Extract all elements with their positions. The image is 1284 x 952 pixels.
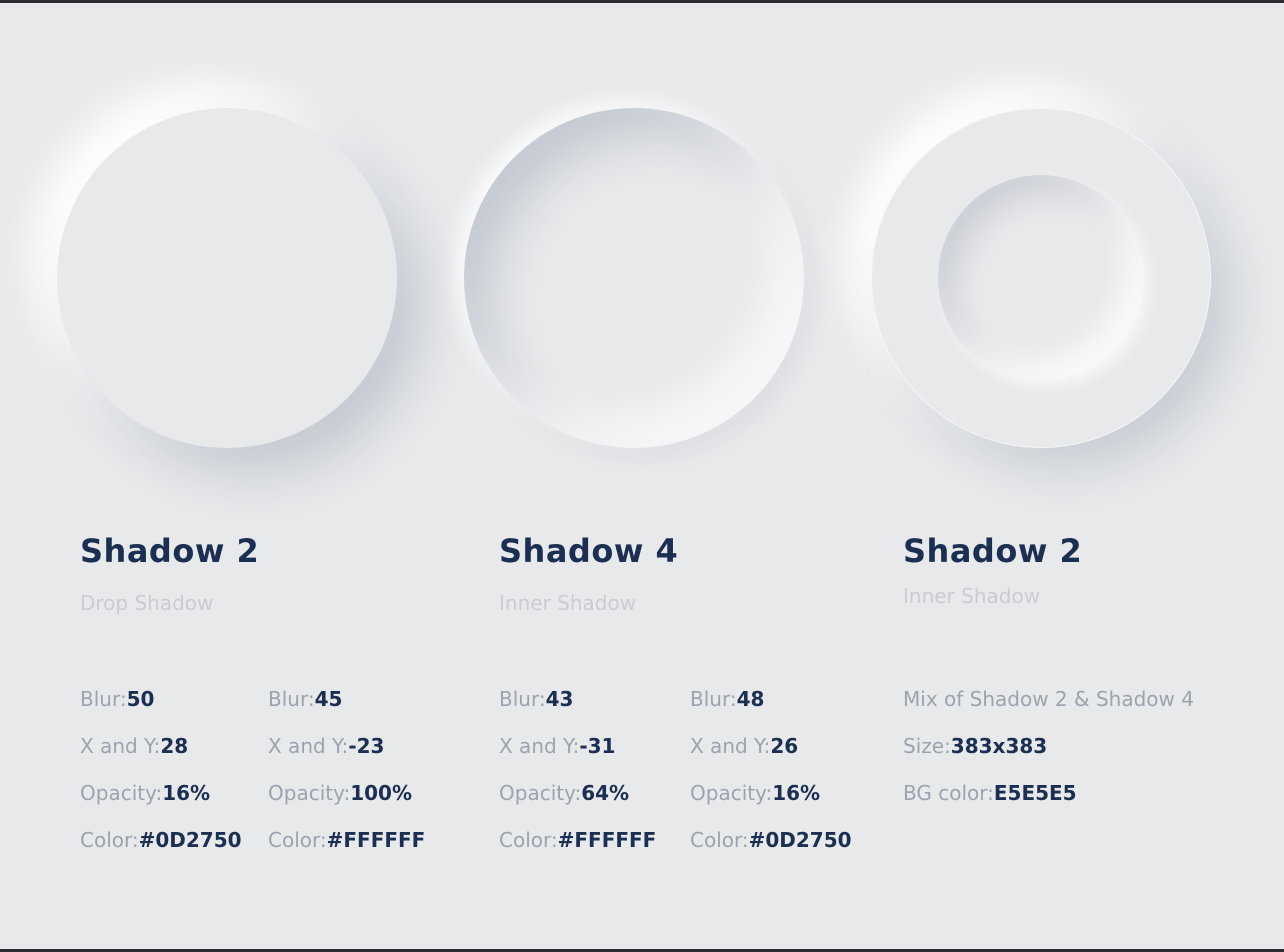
spec-value: 16%: [772, 781, 821, 805]
spec-value: #FFFFFF: [326, 828, 426, 852]
card-subtitle: Inner Shadow: [499, 591, 637, 615]
spec-value: 45: [314, 687, 343, 711]
top-border: [0, 0, 1284, 3]
card-subtitle: Inner Shadow: [903, 584, 1041, 608]
spec-value: 48: [736, 687, 765, 711]
spec-label: Color:: [80, 828, 139, 852]
spec-label: Size:: [903, 734, 951, 758]
spec-value: 64%: [581, 781, 630, 805]
spec-row: Opacity:100%: [268, 770, 425, 817]
spec-row: X and Y:-31: [499, 723, 656, 770]
spec-value: 383x383: [950, 734, 1048, 758]
card-subtitle: Drop Shadow: [80, 591, 214, 615]
spec-label: Blur:: [268, 687, 315, 711]
spec-value: 100%: [350, 781, 413, 805]
spec-row: Opacity:64%: [499, 770, 656, 817]
spec-row: Color:#0D2750: [690, 817, 852, 864]
spec-row: Opacity:16%: [80, 770, 242, 817]
drop-shadow-circle: [57, 108, 397, 448]
spec-row: Blur:48: [690, 676, 852, 723]
spec-row: Color:#FFFFFF: [268, 817, 425, 864]
spec-label: X and Y:: [690, 734, 771, 758]
mix-description: Mix of Shadow 2 & Shadow 4: [903, 687, 1194, 711]
spec-label: Blur:: [80, 687, 127, 711]
spec-value: 26: [770, 734, 799, 758]
card-title: Shadow 2: [80, 532, 260, 570]
card-title: Shadow 2: [903, 532, 1083, 570]
spec-value: -23: [348, 734, 385, 758]
spec-value: 50: [126, 687, 155, 711]
inner-shadow-circle: [464, 108, 804, 448]
spec-row: X and Y:-23: [268, 723, 425, 770]
spec-column: Blur:45 X and Y:-23 Opacity:100% Color:#…: [268, 676, 425, 864]
spec-label: Blur:: [499, 687, 546, 711]
spec-label: BG color:: [903, 781, 994, 805]
spec-row: Opacity:16%: [690, 770, 852, 817]
spec-label: X and Y:: [80, 734, 161, 758]
spec-column: Blur:48 X and Y:26 Opacity:16% Color:#0D…: [690, 676, 852, 864]
spec-row: X and Y:28: [80, 723, 242, 770]
spec-value: #0D2750: [138, 828, 242, 852]
spec-value: -31: [579, 734, 616, 758]
spec-row: BG color:E5E5E5: [903, 770, 1194, 817]
spec-label: X and Y:: [499, 734, 580, 758]
spec-row: Blur:45: [268, 676, 425, 723]
spec-row: Color:#FFFFFF: [499, 817, 656, 864]
spec-row: Color:#0D2750: [80, 817, 242, 864]
spec-value: 28: [160, 734, 189, 758]
spec-label: Opacity:: [268, 781, 351, 805]
spec-column: Mix of Shadow 2 & Shadow 4 Size:383x383 …: [903, 676, 1194, 817]
spec-value: 43: [545, 687, 574, 711]
spec-row: Blur:50: [80, 676, 242, 723]
spec-label: Blur:: [690, 687, 737, 711]
spec-value: #FFFFFF: [557, 828, 657, 852]
spec-row: Size:383x383: [903, 723, 1194, 770]
spec-value: 16%: [162, 781, 211, 805]
spec-value: E5E5E5: [993, 781, 1077, 805]
spec-row: Blur:43: [499, 676, 656, 723]
spec-label: X and Y:: [268, 734, 349, 758]
spec-column: Blur:43 X and Y:-31 Opacity:64% Color:#F…: [499, 676, 656, 864]
card-title: Shadow 4: [499, 532, 679, 570]
spec-label: Opacity:: [690, 781, 773, 805]
spec-row: X and Y:26: [690, 723, 852, 770]
mixed-shadow-inner-circle: [938, 175, 1144, 381]
spec-label: Opacity:: [499, 781, 582, 805]
spec-label: Opacity:: [80, 781, 163, 805]
spec-label: Color:: [690, 828, 749, 852]
spec-label: Color:: [499, 828, 558, 852]
spec-label: Color:: [268, 828, 327, 852]
spec-value: #0D2750: [748, 828, 852, 852]
spec-column: Blur:50 X and Y:28 Opacity:16% Color:#0D…: [80, 676, 242, 864]
